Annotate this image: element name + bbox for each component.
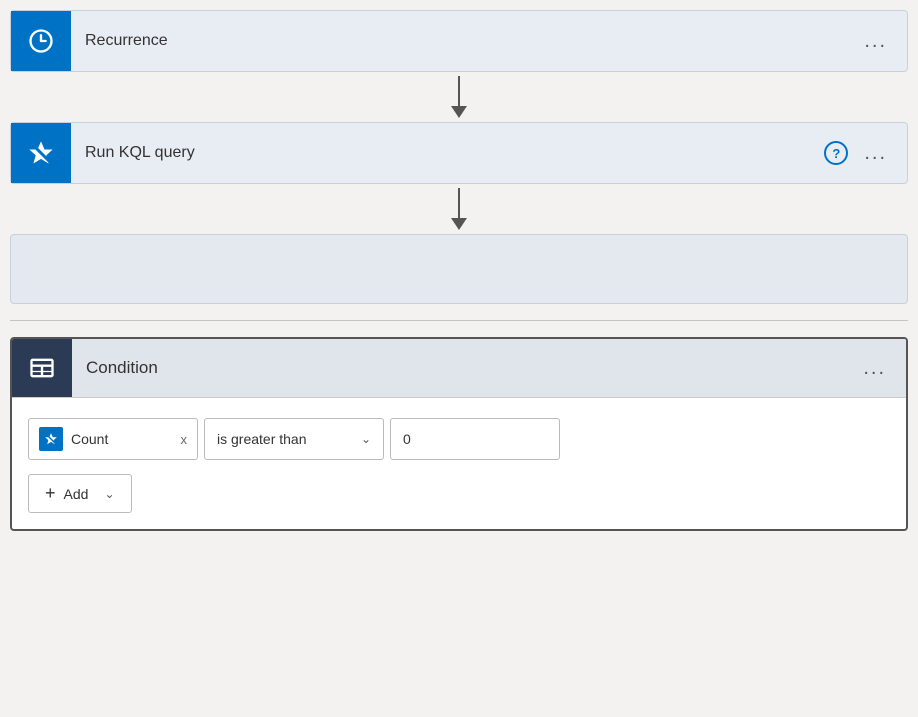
recurrence-dots-button[interactable]: ... (858, 26, 893, 57)
field-icon (39, 427, 63, 451)
blank-step (10, 234, 908, 304)
recurrence-icon (11, 11, 71, 71)
kql-dots-button[interactable]: ... (858, 138, 893, 169)
arrow-head-2 (451, 218, 467, 230)
arrow-connector-1 (451, 72, 467, 122)
separator (10, 320, 908, 321)
add-chevron-icon: ⌄ (104, 487, 114, 501)
condition-value-field[interactable]: 0 (390, 418, 560, 460)
add-button[interactable]: + Add ⌄ (28, 474, 132, 513)
condition-header: Condition ... (12, 339, 906, 398)
add-plus-icon: + (45, 483, 56, 504)
condition-dots-button[interactable]: ... (857, 353, 892, 384)
arrow-connector-2 (451, 184, 467, 234)
recurrence-step: Recurrence ... (10, 10, 908, 72)
recurrence-title: Recurrence (71, 32, 858, 50)
kql-actions: ? ... (824, 138, 907, 169)
condition-value-text: 0 (403, 431, 411, 447)
condition-actions: ... (857, 353, 906, 384)
condition-icon (12, 339, 72, 397)
arrow-line-1 (458, 76, 460, 106)
condition-body: Count x is greater than ⌄ 0 + Add ⌄ (12, 398, 906, 529)
condition-operator-dropdown[interactable]: is greater than ⌄ (204, 418, 384, 460)
kql-step: Run KQL query ? ... (10, 122, 908, 184)
condition-card: Condition ... Count x (10, 337, 908, 531)
condition-operator-text: is greater than (217, 431, 307, 447)
chevron-down-icon: ⌄ (361, 432, 371, 446)
condition-field[interactable]: Count x (28, 418, 198, 460)
arrow-head-1 (451, 106, 467, 118)
kql-title: Run KQL query (71, 144, 824, 162)
recurrence-actions: ... (858, 26, 907, 57)
condition-row: Count x is greater than ⌄ 0 (28, 418, 890, 460)
kql-help-button[interactable]: ? (824, 141, 848, 165)
condition-title: Condition (72, 358, 857, 378)
arrow-line-2 (458, 188, 460, 218)
field-close-button[interactable]: x (181, 432, 188, 447)
kql-icon (11, 123, 71, 183)
add-label: Add (64, 486, 89, 502)
field-label: Count (71, 431, 167, 447)
